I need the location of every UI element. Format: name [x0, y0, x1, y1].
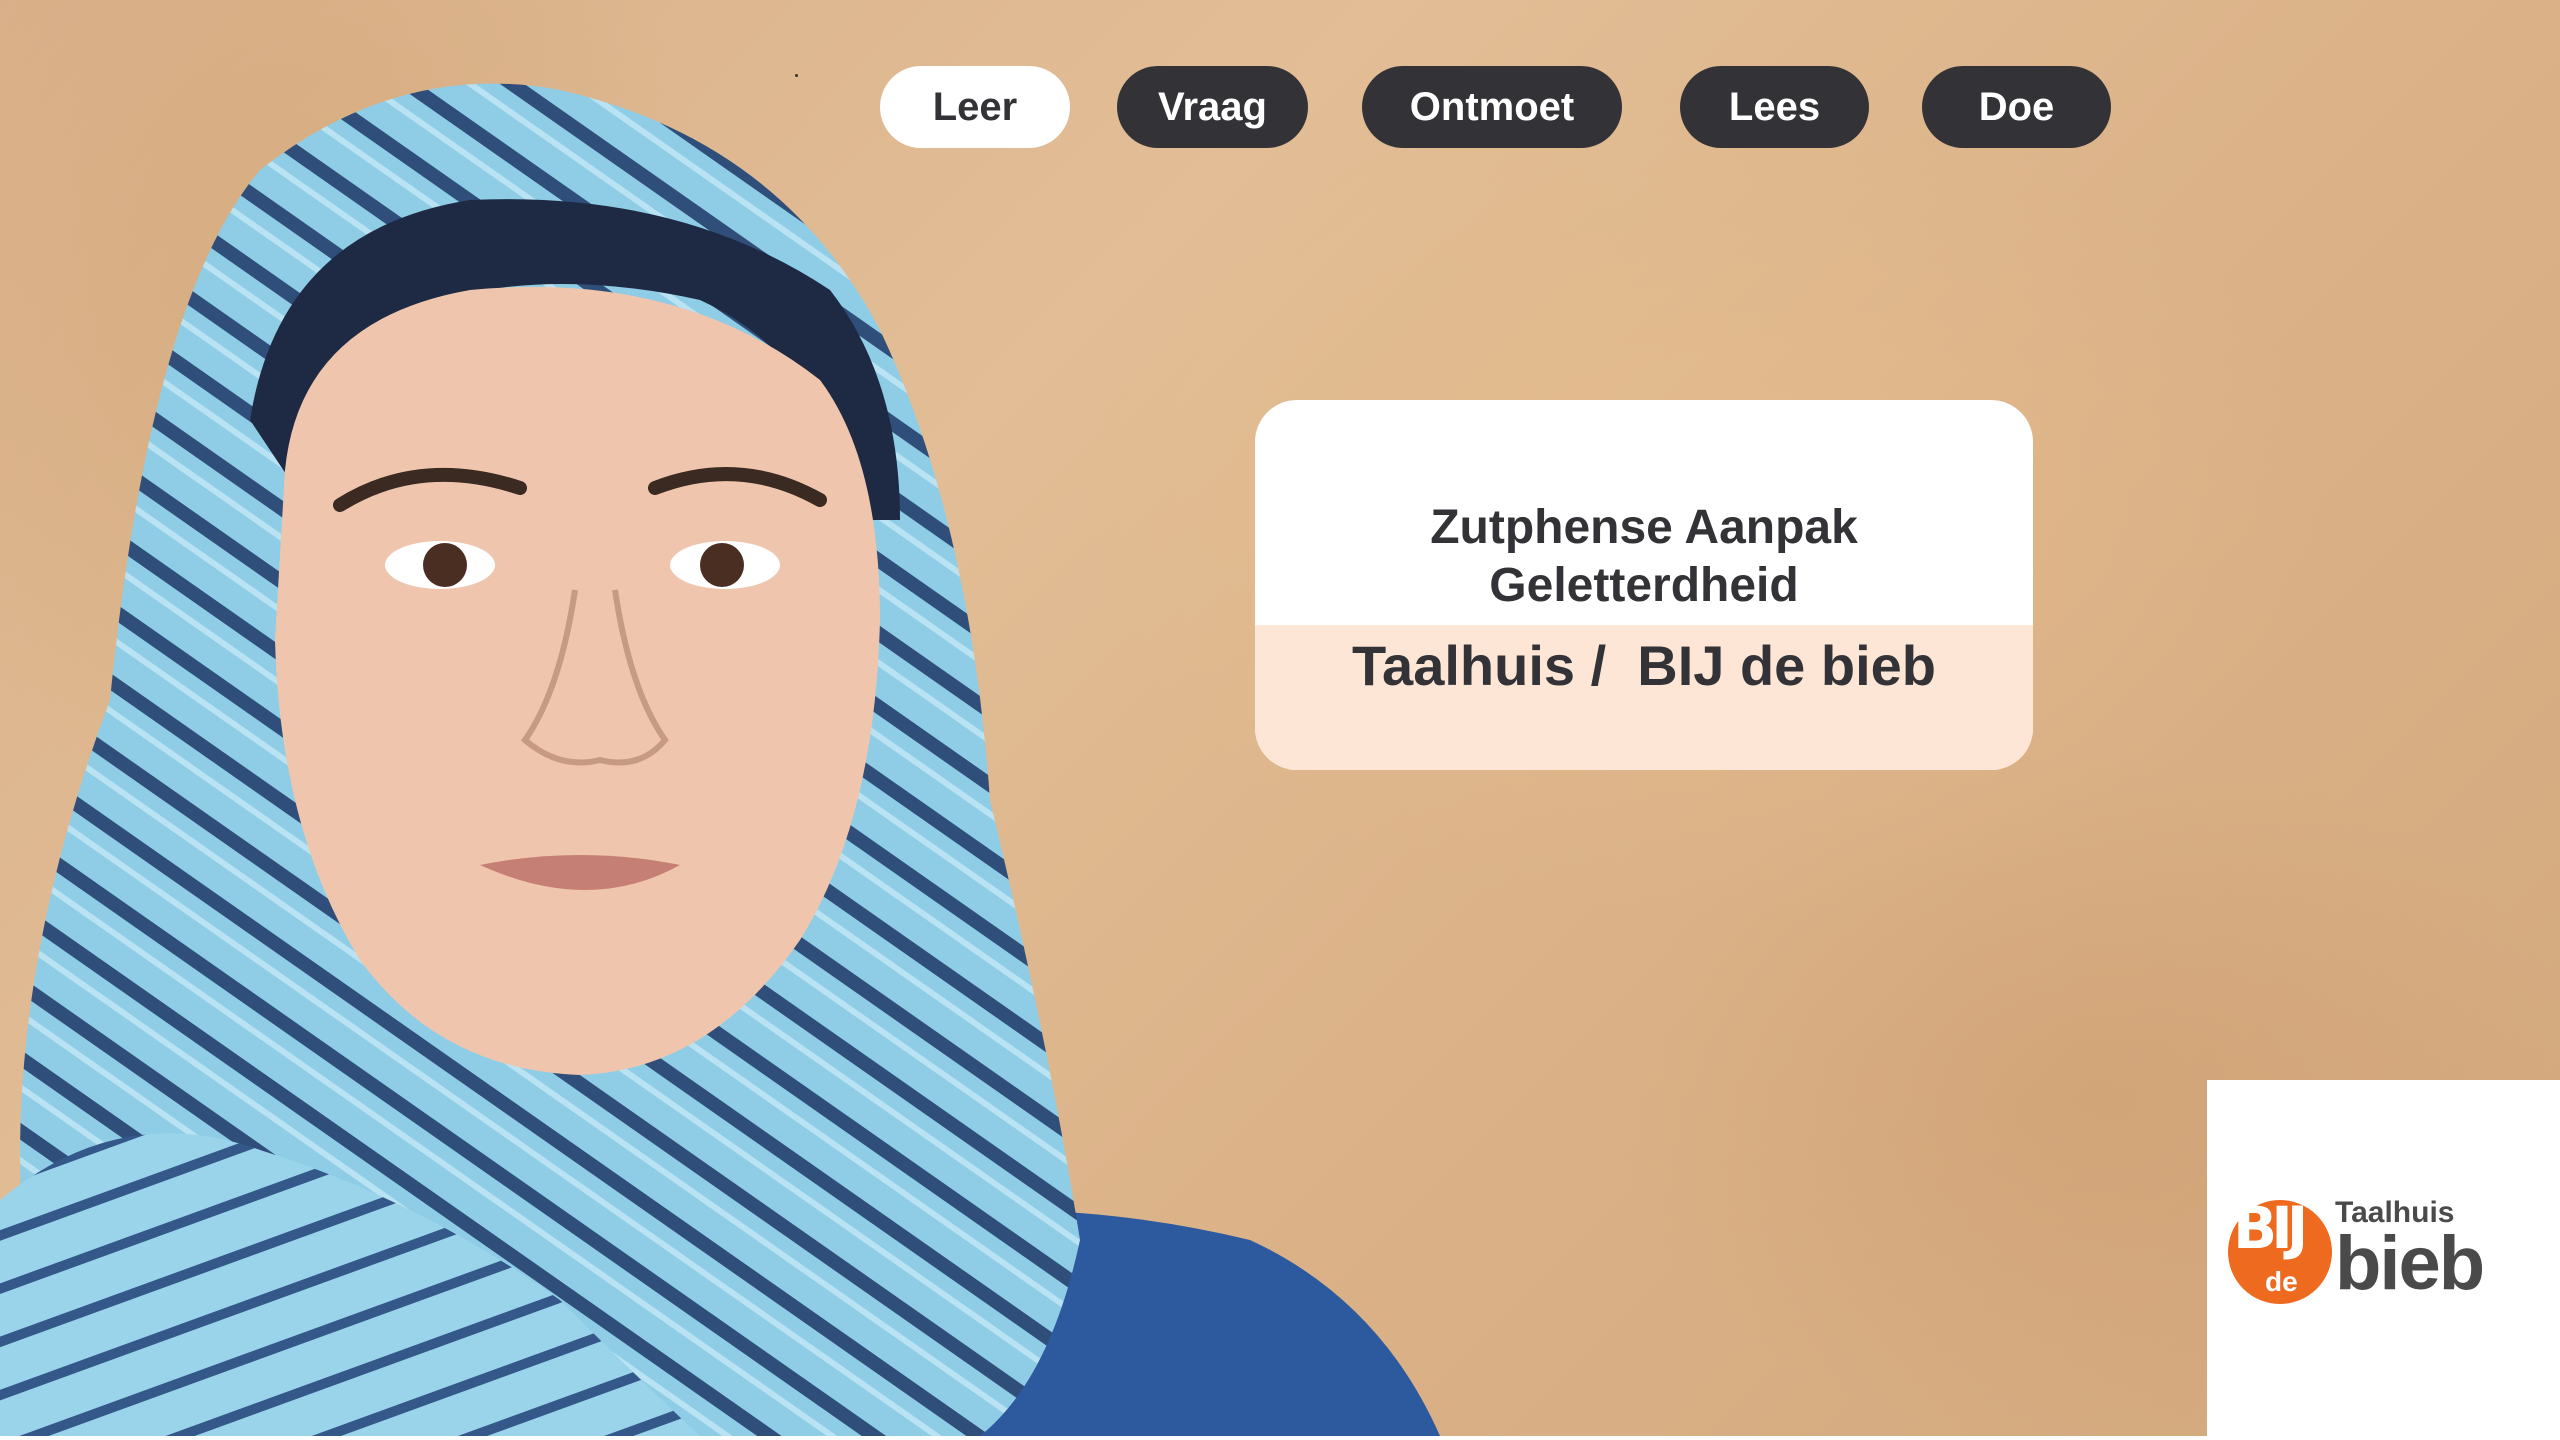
nav-pill-ontmoet[interactable]: Ontmoet — [1362, 66, 1622, 148]
logo-bij-text: BIJ — [2233, 1194, 2308, 1262]
title-card: Zutphense Aanpak Geletterdheid Taalhuis … — [1255, 400, 2033, 770]
woman-in-headscarf-photo — [0, 83, 1440, 1436]
logo-de-text: de — [2265, 1266, 2298, 1297]
card-title-line2: Geletterdheid — [1489, 559, 1799, 612]
nav-pill-leer[interactable]: Leer — [880, 66, 1070, 148]
taalhuis-bij-de-bieb-logo[interactable]: BIJ de Taalhuis bieb — [2207, 1080, 2560, 1436]
nav-pill-doe[interactable]: Doe — [1922, 66, 2111, 148]
nav-pill-vraag[interactable]: Vraag — [1117, 66, 1308, 148]
bottom-strip — [0, 1436, 2560, 1440]
card-subtitle: Taalhuis / BIJ de bieb — [1352, 634, 1936, 697]
title-card-bottom: Taalhuis / BIJ de bieb — [1255, 625, 2033, 770]
logo-bieb-text: bieb — [2335, 1221, 2485, 1306]
card-title-line1: Zutphense Aanpak — [1430, 501, 1858, 554]
nav-pill-lees[interactable]: Lees — [1680, 66, 1869, 148]
decorative-dot — [795, 74, 798, 77]
title-card-top: Zutphense Aanpak Geletterdheid — [1255, 400, 2033, 625]
